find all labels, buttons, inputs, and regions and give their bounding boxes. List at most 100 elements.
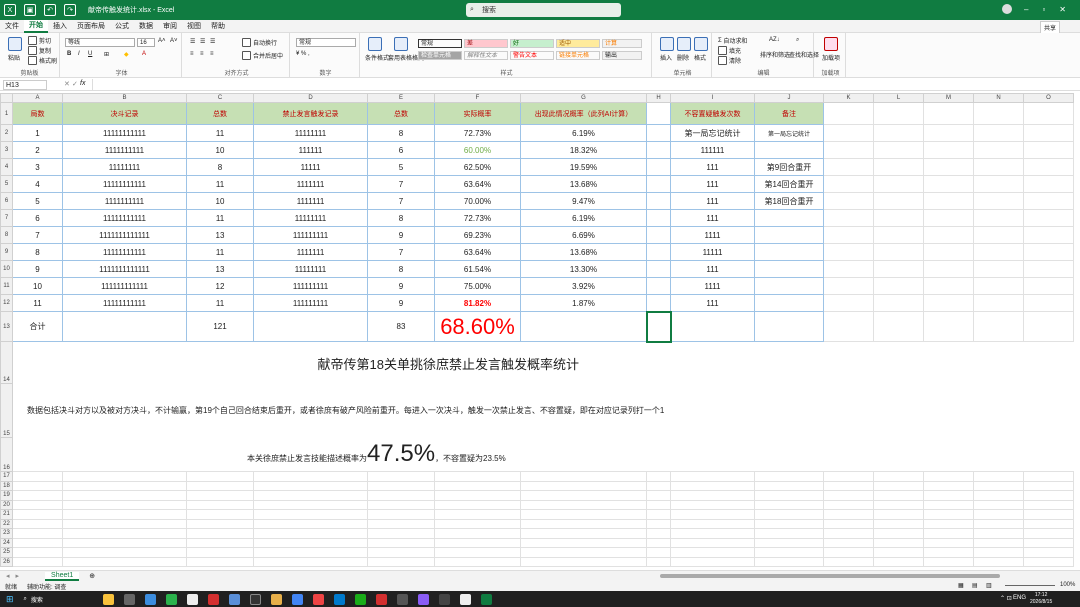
data-cell[interactable]: 1111111 bbox=[253, 243, 368, 261]
cell[interactable] bbox=[62, 311, 187, 342]
data-cell[interactable] bbox=[646, 277, 671, 295]
header-cell[interactable]: 出现此情况概率（此列AI计算） bbox=[520, 102, 647, 125]
cell[interactable] bbox=[824, 342, 1074, 384]
style-check-cell[interactable]: 检查单元格 bbox=[418, 51, 462, 60]
cell[interactable] bbox=[670, 499, 755, 510]
cell[interactable] bbox=[873, 158, 924, 176]
cell[interactable] bbox=[520, 518, 647, 529]
cell[interactable] bbox=[62, 547, 187, 558]
data-cell[interactable]: 1.87% bbox=[520, 294, 647, 312]
data-cell[interactable]: 111111111 bbox=[253, 294, 368, 312]
data-cell[interactable]: 第9回合重开 bbox=[754, 158, 824, 176]
data-cell[interactable]: 11111 bbox=[253, 158, 368, 176]
data-cell[interactable] bbox=[646, 192, 671, 210]
fill-button[interactable]: 填充 bbox=[718, 46, 741, 55]
cell[interactable] bbox=[823, 471, 874, 482]
style-normal[interactable]: 常规 bbox=[418, 39, 462, 48]
sheet-title[interactable]: 献帝传第18关单挑徐庶禁止发言触发概率统计 bbox=[13, 342, 824, 384]
cell[interactable] bbox=[973, 141, 1024, 159]
cell[interactable] bbox=[12, 547, 63, 558]
col-header[interactable]: E bbox=[367, 93, 435, 103]
row-header[interactable]: 2 bbox=[0, 124, 13, 142]
col-header[interactable]: M bbox=[923, 93, 974, 103]
total-rate-cell[interactable]: 68.60% bbox=[434, 311, 521, 342]
cell[interactable] bbox=[520, 509, 647, 520]
col-header[interactable]: J bbox=[754, 93, 824, 103]
paste-button[interactable]: 粘贴 bbox=[8, 53, 20, 62]
cell[interactable] bbox=[973, 192, 1024, 210]
cell[interactable] bbox=[520, 311, 647, 342]
cell[interactable] bbox=[973, 556, 1024, 567]
cell[interactable] bbox=[646, 480, 671, 491]
font-color-icon[interactable]: A bbox=[142, 51, 146, 57]
data-cell[interactable] bbox=[646, 158, 671, 176]
cell[interactable] bbox=[520, 528, 647, 539]
cell[interactable] bbox=[823, 102, 874, 125]
font-size-select[interactable]: 16 bbox=[137, 38, 155, 47]
data-cell[interactable] bbox=[754, 277, 824, 295]
data-cell[interactable] bbox=[646, 226, 671, 244]
cell[interactable] bbox=[873, 471, 924, 482]
row-header[interactable]: 18 bbox=[0, 480, 13, 491]
cell[interactable] bbox=[973, 260, 1024, 278]
maximize-icon[interactable]: ▫ bbox=[1042, 5, 1045, 14]
data-cell[interactable]: 13.30% bbox=[520, 260, 647, 278]
cell[interactable] bbox=[367, 556, 435, 567]
cell[interactable] bbox=[62, 480, 187, 491]
data-cell[interactable]: 13.68% bbox=[520, 175, 647, 193]
fill-color-icon[interactable]: ◆ bbox=[124, 51, 129, 58]
row-header[interactable]: 15 bbox=[0, 383, 13, 438]
wechat-icon[interactable] bbox=[165, 593, 177, 605]
data-cell[interactable]: 9 bbox=[12, 260, 63, 278]
zoom-slider[interactable] bbox=[1005, 585, 1055, 586]
save-icon[interactable]: ▣ bbox=[24, 4, 36, 16]
header-cell[interactable]: 禁止发言触发记录 bbox=[253, 102, 368, 125]
cell[interactable] bbox=[923, 547, 974, 558]
data-cell[interactable]: 5 bbox=[367, 158, 435, 176]
cell[interactable] bbox=[186, 537, 254, 548]
cell[interactable] bbox=[973, 277, 1024, 295]
cell[interactable] bbox=[12, 518, 63, 529]
cell[interactable] bbox=[873, 311, 924, 342]
col-header[interactable]: H bbox=[646, 93, 671, 103]
cell[interactable] bbox=[1023, 547, 1074, 558]
row-header[interactable]: 26 bbox=[0, 556, 13, 567]
cell[interactable] bbox=[973, 294, 1024, 312]
taskbar-search[interactable]: 搜索 bbox=[31, 595, 43, 604]
cell[interactable] bbox=[923, 528, 974, 539]
col-header[interactable]: G bbox=[520, 93, 647, 103]
cell[interactable] bbox=[253, 509, 368, 520]
cell[interactable] bbox=[367, 499, 435, 510]
data-cell[interactable]: 11 bbox=[186, 294, 254, 312]
cell[interactable] bbox=[923, 141, 974, 159]
header-cell[interactable]: 总数 bbox=[367, 102, 435, 125]
col-header[interactable]: K bbox=[823, 93, 874, 103]
horizontal-scrollbar[interactable] bbox=[660, 574, 1000, 578]
data-cell[interactable]: 9 bbox=[367, 294, 435, 312]
cell[interactable] bbox=[823, 490, 874, 501]
row-header[interactable]: 9 bbox=[0, 243, 13, 261]
cell[interactable] bbox=[434, 518, 521, 529]
cell[interactable] bbox=[923, 124, 974, 142]
data-cell[interactable]: 72.73% bbox=[434, 124, 521, 142]
cell[interactable] bbox=[253, 556, 368, 567]
cell[interactable] bbox=[1023, 260, 1074, 278]
data-cell[interactable] bbox=[754, 243, 824, 261]
data-cell[interactable]: 111 bbox=[670, 209, 755, 227]
data-cell[interactable]: 19.59% bbox=[520, 158, 647, 176]
data-cell[interactable]: 1111111111111 bbox=[62, 260, 187, 278]
data-cell[interactable]: 7 bbox=[367, 175, 435, 193]
sheet-tab-sheet1[interactable]: Sheet1 bbox=[45, 571, 80, 581]
app-icon-8[interactable] bbox=[459, 593, 471, 605]
col-header[interactable]: A bbox=[12, 93, 63, 103]
cell[interactable] bbox=[754, 480, 824, 491]
tray-lang[interactable]: ENG bbox=[1013, 595, 1026, 601]
bold-icon[interactable]: B bbox=[67, 51, 71, 57]
cell[interactable] bbox=[12, 490, 63, 501]
data-cell[interactable]: 62.50% bbox=[434, 158, 521, 176]
cell[interactable] bbox=[62, 518, 187, 529]
cell[interactable] bbox=[12, 480, 63, 491]
cell[interactable] bbox=[186, 509, 254, 520]
cell[interactable] bbox=[367, 547, 435, 558]
cell[interactable] bbox=[1023, 518, 1074, 529]
